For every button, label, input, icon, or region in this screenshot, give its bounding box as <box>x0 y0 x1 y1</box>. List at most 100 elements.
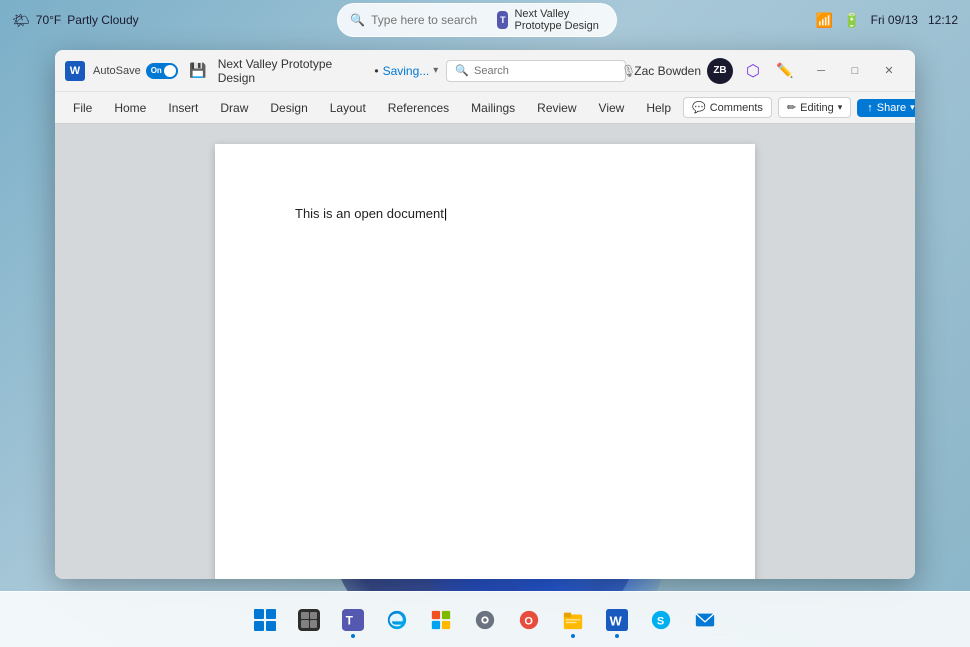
tab-review[interactable]: Review <box>527 97 586 119</box>
toggle-on-label: On <box>151 66 162 75</box>
teams-active-dot <box>351 634 355 638</box>
taskbar-file-explorer-button[interactable] <box>553 600 593 640</box>
file-explorer-icon <box>562 609 584 631</box>
active-app-name: Next Valley Prototype Design <box>514 8 604 32</box>
tab-layout[interactable]: Layout <box>320 97 376 119</box>
tab-insert[interactable]: Insert <box>158 97 208 119</box>
minimize-button[interactable]: ─ <box>805 57 837 85</box>
tab-draw[interactable]: Draw <box>210 97 258 119</box>
top-search-bar[interactable]: 🔍 T Next Valley Prototype Design <box>337 3 617 37</box>
taskbar-skype-button[interactable]: S <box>641 600 681 640</box>
taskbar-top: 🌤 70°F Partly Cloudy 🔍 T Next Valley Pro… <box>0 0 970 40</box>
taskbar-bottom: T <box>0 591 970 647</box>
taskbar-start-button[interactable] <box>245 600 285 640</box>
tab-file[interactable]: File <box>63 97 102 119</box>
window-controls: ─ □ ✕ <box>805 57 905 85</box>
word-logo: W <box>65 61 85 81</box>
taskbar-teams-button[interactable]: T <box>333 600 373 640</box>
pen-btn[interactable]: ✏️ <box>773 59 797 83</box>
word-search-input[interactable] <box>474 65 616 77</box>
taskbar-store-button[interactable] <box>421 600 461 640</box>
tab-mailings[interactable]: Mailings <box>461 97 525 119</box>
tab-home[interactable]: Home <box>104 97 156 119</box>
doc-separator: • <box>374 64 378 78</box>
store-icon <box>430 609 452 631</box>
teams-icon-small: T <box>497 11 508 29</box>
svg-text:T: T <box>346 613 354 627</box>
teams-icon: T <box>342 609 364 631</box>
taskbar-mail-button[interactable] <box>685 600 725 640</box>
svg-text:O: O <box>524 615 533 627</box>
word-taskbar-icon: W <box>606 609 628 631</box>
editing-label: Editing <box>800 102 834 114</box>
ribbon-right-actions: 💬 Comments ✏ Editing ▾ ↑ Share ▾ 📌 <box>683 96 915 120</box>
settings-icon <box>474 609 496 631</box>
tab-design[interactable]: Design <box>260 97 317 119</box>
weather-temp: 70°F <box>36 13 61 27</box>
taskbar-office-button[interactable]: O <box>509 600 549 640</box>
share-button[interactable]: ↑ Share ▾ <box>857 99 915 117</box>
skype-icon: S <box>650 609 672 631</box>
task-view-icon <box>298 609 320 631</box>
word-search-bar[interactable]: 🔍 🎙 <box>446 60 626 82</box>
document-content: This is an open document <box>295 206 447 221</box>
word-search-icon: 🔍 <box>455 64 469 77</box>
document-area: This is an open document <box>55 124 915 579</box>
tab-references[interactable]: References <box>378 97 459 119</box>
taskbar-settings-button[interactable] <box>465 600 505 640</box>
comments-button[interactable]: 💬 Comments <box>683 97 772 118</box>
autosave-toggle[interactable]: On <box>146 63 178 79</box>
battery-icon: 🔋 <box>843 12 860 29</box>
toggle-knob <box>164 65 176 77</box>
autosave-area: AutoSave On <box>93 63 178 79</box>
weather-icon: 🌤 <box>12 12 30 29</box>
editing-icon: ✏ <box>787 101 796 114</box>
taskbar-word-button[interactable]: W <box>597 600 637 640</box>
share-chevron: ▾ <box>910 102 915 113</box>
user-area: Zac Bowden ZB <box>634 58 733 84</box>
word-active-dot <box>615 634 619 638</box>
doc-title-area: Next Valley Prototype Design • Saving...… <box>218 57 439 85</box>
mail-icon <box>694 609 716 631</box>
wifi-icon: 📶 <box>816 12 833 29</box>
top-search-input[interactable] <box>371 13 491 27</box>
tab-view[interactable]: View <box>589 97 635 119</box>
maximize-button[interactable]: □ <box>839 57 871 85</box>
search-icon: 🔍 <box>350 13 365 27</box>
explorer-active-dot <box>571 634 575 638</box>
editing-button[interactable]: ✏ Editing ▾ <box>778 97 851 118</box>
system-tray-top: 📶 🔋 Fri 09/13 12:12 <box>816 12 958 29</box>
weather-desc: Partly Cloudy <box>67 13 138 27</box>
office-icon: O <box>518 609 540 631</box>
date-display: Fri 09/13 <box>871 13 918 27</box>
windows-logo <box>254 609 276 631</box>
weather-widget: 🌤 70°F Partly Cloudy <box>12 12 139 29</box>
ribbon-tabs: File Home Insert Draw Design Layout Refe… <box>55 92 915 124</box>
doc-title-chevron[interactable]: ▾ <box>433 65 438 76</box>
tab-help[interactable]: Help <box>636 97 681 119</box>
copilot-btn[interactable]: ⬡ <box>741 59 765 83</box>
svg-text:S: S <box>657 615 664 627</box>
share-icon: ↑ <box>867 102 873 114</box>
word-window: W AutoSave On 💾 Next Valley Prototype De… <box>55 50 915 579</box>
autosave-label: AutoSave <box>93 65 141 77</box>
svg-text:W: W <box>610 613 623 628</box>
document-page[interactable]: This is an open document <box>215 144 755 579</box>
user-avatar[interactable]: ZB <box>707 58 733 84</box>
quick-access-save-btn[interactable]: 💾 <box>186 59 210 83</box>
doc-title: Next Valley Prototype Design <box>218 57 371 85</box>
close-button[interactable]: ✕ <box>873 57 905 85</box>
doc-status: Saving... <box>383 64 430 78</box>
user-name: Zac Bowden <box>634 64 701 78</box>
title-bar: W AutoSave On 💾 Next Valley Prototype De… <box>55 50 915 92</box>
time-display: 12:12 <box>928 13 958 27</box>
editing-chevron: ▾ <box>838 102 843 113</box>
user-initials: ZB <box>713 65 726 76</box>
comments-icon: 💬 <box>692 101 706 114</box>
top-search-area: 🔍 T Next Valley Prototype Design <box>139 3 816 37</box>
comments-label: Comments <box>710 102 763 114</box>
share-label: Share <box>877 102 906 114</box>
taskbar-task-view-button[interactable] <box>289 600 329 640</box>
taskbar-edge-button[interactable] <box>377 600 417 640</box>
edge-icon <box>386 609 408 631</box>
